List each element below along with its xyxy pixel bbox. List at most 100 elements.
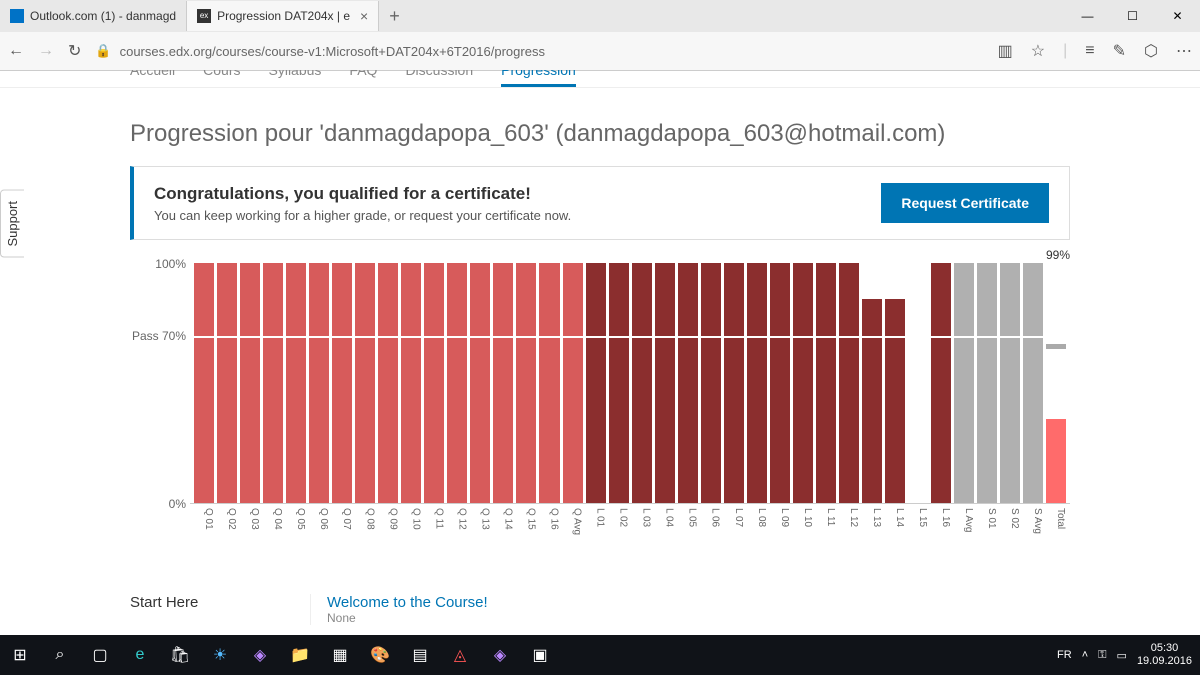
x-axis-label: Q 10 [401, 508, 421, 535]
paint-icon[interactable]: 🎨 [360, 635, 400, 675]
x-axis-label: L 14 [885, 508, 905, 535]
chart-bar [724, 263, 744, 503]
nav-item-discussion[interactable]: Discussion [405, 70, 473, 87]
x-axis-label: L 13 [862, 508, 882, 535]
start-button[interactable]: ⊞ [0, 635, 40, 675]
chart-bar [401, 263, 421, 503]
language-indicator[interactable]: FR [1057, 649, 1072, 661]
start-here-heading: Start Here [130, 594, 310, 625]
tab-edx[interactable]: ex Progression DAT204x | e × [187, 1, 379, 31]
app-icon-2[interactable]: ▤ [400, 635, 440, 675]
weather-icon[interactable]: ☀ [200, 635, 240, 675]
app-icon[interactable]: ▦ [320, 635, 360, 675]
url-text: courses.edx.org/courses/course-v1:Micros… [120, 44, 545, 59]
explorer-icon[interactable]: 📁 [280, 635, 320, 675]
system-tray: FR ˄ ⚿ ▭ 05:30 19.09.2016 [1057, 642, 1200, 668]
clock[interactable]: 05:30 19.09.2016 [1137, 642, 1192, 668]
x-axis-label: Q 12 [447, 508, 467, 535]
chart-bar [355, 263, 375, 503]
progress-chart: 99% 100%Pass 70%0% Q 01Q 02Q 03Q 04Q 05Q… [190, 264, 1070, 564]
address-row: ← → ↻ 🔒 courses.edx.org/courses/course-v… [0, 32, 1200, 70]
chart-bar [332, 263, 352, 503]
chart-bar [263, 263, 283, 503]
store-icon[interactable]: 🛍 [160, 635, 200, 675]
chart-bar [217, 263, 237, 503]
back-button[interactable]: ← [8, 42, 24, 60]
network-icon[interactable]: ⚿ [1098, 649, 1106, 662]
vs-icon[interactable]: ◈ [240, 635, 280, 675]
chart-bar [1046, 419, 1066, 503]
cert-title: Congratulations, you qualified for a cer… [154, 184, 571, 204]
bottom-section: Start Here Welcome to the Course! None [130, 594, 1070, 625]
app-icon-4[interactable]: ▣ [520, 635, 560, 675]
nav-item-syllabus[interactable]: Syllabus [269, 70, 322, 87]
nav-item-cours[interactable]: Cours [203, 70, 240, 87]
window-controls: — ☐ ✕ [1065, 1, 1200, 31]
request-certificate-button[interactable]: Request Certificate [881, 183, 1049, 223]
close-icon[interactable]: × [360, 8, 368, 24]
chart-bar [194, 263, 214, 503]
minimize-button[interactable]: — [1065, 1, 1110, 31]
hub-icon[interactable]: ≡ [1085, 42, 1094, 60]
x-axis-label: Q Avg [563, 508, 583, 535]
x-axis-label: L 07 [724, 508, 744, 535]
x-axis-label: L 06 [701, 508, 721, 535]
chart-bar [539, 263, 559, 503]
chart-bar [286, 263, 306, 503]
battery-icon[interactable]: ▭ [1117, 649, 1127, 662]
course-nav: Accueil Cours Syllabus FAQ Discussion Progres… [0, 70, 1200, 88]
x-axis-label: L 02 [609, 508, 629, 535]
x-axis-label: L Avg [954, 508, 974, 535]
certificate-banner: Congratulations, you qualified for a cer… [130, 166, 1070, 240]
reading-view-icon[interactable]: ▥ [998, 41, 1013, 61]
search-icon[interactable]: ⌕ [40, 635, 80, 675]
chart-bar [1000, 263, 1020, 503]
welcome-title[interactable]: Welcome to the Course! [327, 594, 488, 611]
x-axis-label: L 16 [931, 508, 951, 535]
x-axis-label: L 01 [586, 508, 606, 535]
clock-time: 05:30 [1137, 642, 1192, 655]
x-axis-label: Q 01 [194, 508, 214, 535]
forward-button[interactable]: → [38, 42, 54, 60]
nav-item-faq[interactable]: FAQ [349, 70, 377, 87]
x-axis-label: L 12 [839, 508, 859, 535]
app-icon-3[interactable]: ◬ [440, 635, 480, 675]
url-bar[interactable]: 🔒 courses.edx.org/courses/course-v1:Micr… [95, 43, 983, 59]
chart-bar [977, 263, 997, 503]
maximize-button[interactable]: ☐ [1110, 1, 1155, 31]
share-icon[interactable]: ⬡ [1144, 41, 1158, 61]
x-axis-label: Q 14 [493, 508, 513, 535]
tab-label: Progression DAT204x | e [217, 9, 350, 23]
chart-bar [839, 263, 859, 503]
x-axis-label: Q 05 [286, 508, 306, 535]
chart-bar [770, 263, 790, 503]
x-axis-label: S 01 [977, 508, 997, 535]
chart-pass-line [190, 336, 1070, 338]
chart-bars [190, 264, 1070, 503]
edge-icon[interactable]: e [120, 635, 160, 675]
favorite-icon[interactable]: ☆ [1031, 41, 1045, 61]
tabs-row: Outlook.com (1) - danmagd ex Progression… [0, 0, 1200, 32]
chart-area [190, 264, 1070, 504]
tab-outlook[interactable]: Outlook.com (1) - danmagd [0, 1, 187, 31]
more-icon[interactable]: ⋯ [1176, 41, 1192, 61]
tab-label: Outlook.com (1) - danmagd [30, 9, 176, 23]
vs2-icon[interactable]: ◈ [480, 635, 520, 675]
x-axis-label: Q 15 [516, 508, 536, 535]
webnote-icon[interactable]: ✎ [1113, 41, 1126, 61]
nav-item-accueil[interactable]: Accueil [130, 70, 175, 87]
support-tab[interactable]: Support [0, 190, 24, 258]
chart-bar [470, 263, 490, 503]
nav-item-progression[interactable]: Progression [501, 70, 576, 87]
close-button[interactable]: ✕ [1155, 1, 1200, 31]
tray-chevron-icon[interactable]: ˄ [1082, 649, 1088, 661]
x-axis-label: L 04 [655, 508, 675, 535]
task-view-icon[interactable]: ▢ [80, 635, 120, 675]
page-title: Progression pour 'danmagdapopa_603' (dan… [130, 120, 1070, 148]
x-axis-label: Total [1046, 508, 1066, 535]
chart-bar [240, 263, 260, 503]
new-tab-button[interactable]: + [379, 6, 410, 27]
refresh-button[interactable]: ↻ [68, 41, 81, 61]
x-axis-label: S Avg [1023, 508, 1043, 535]
x-axis-label: Q 03 [240, 508, 260, 535]
